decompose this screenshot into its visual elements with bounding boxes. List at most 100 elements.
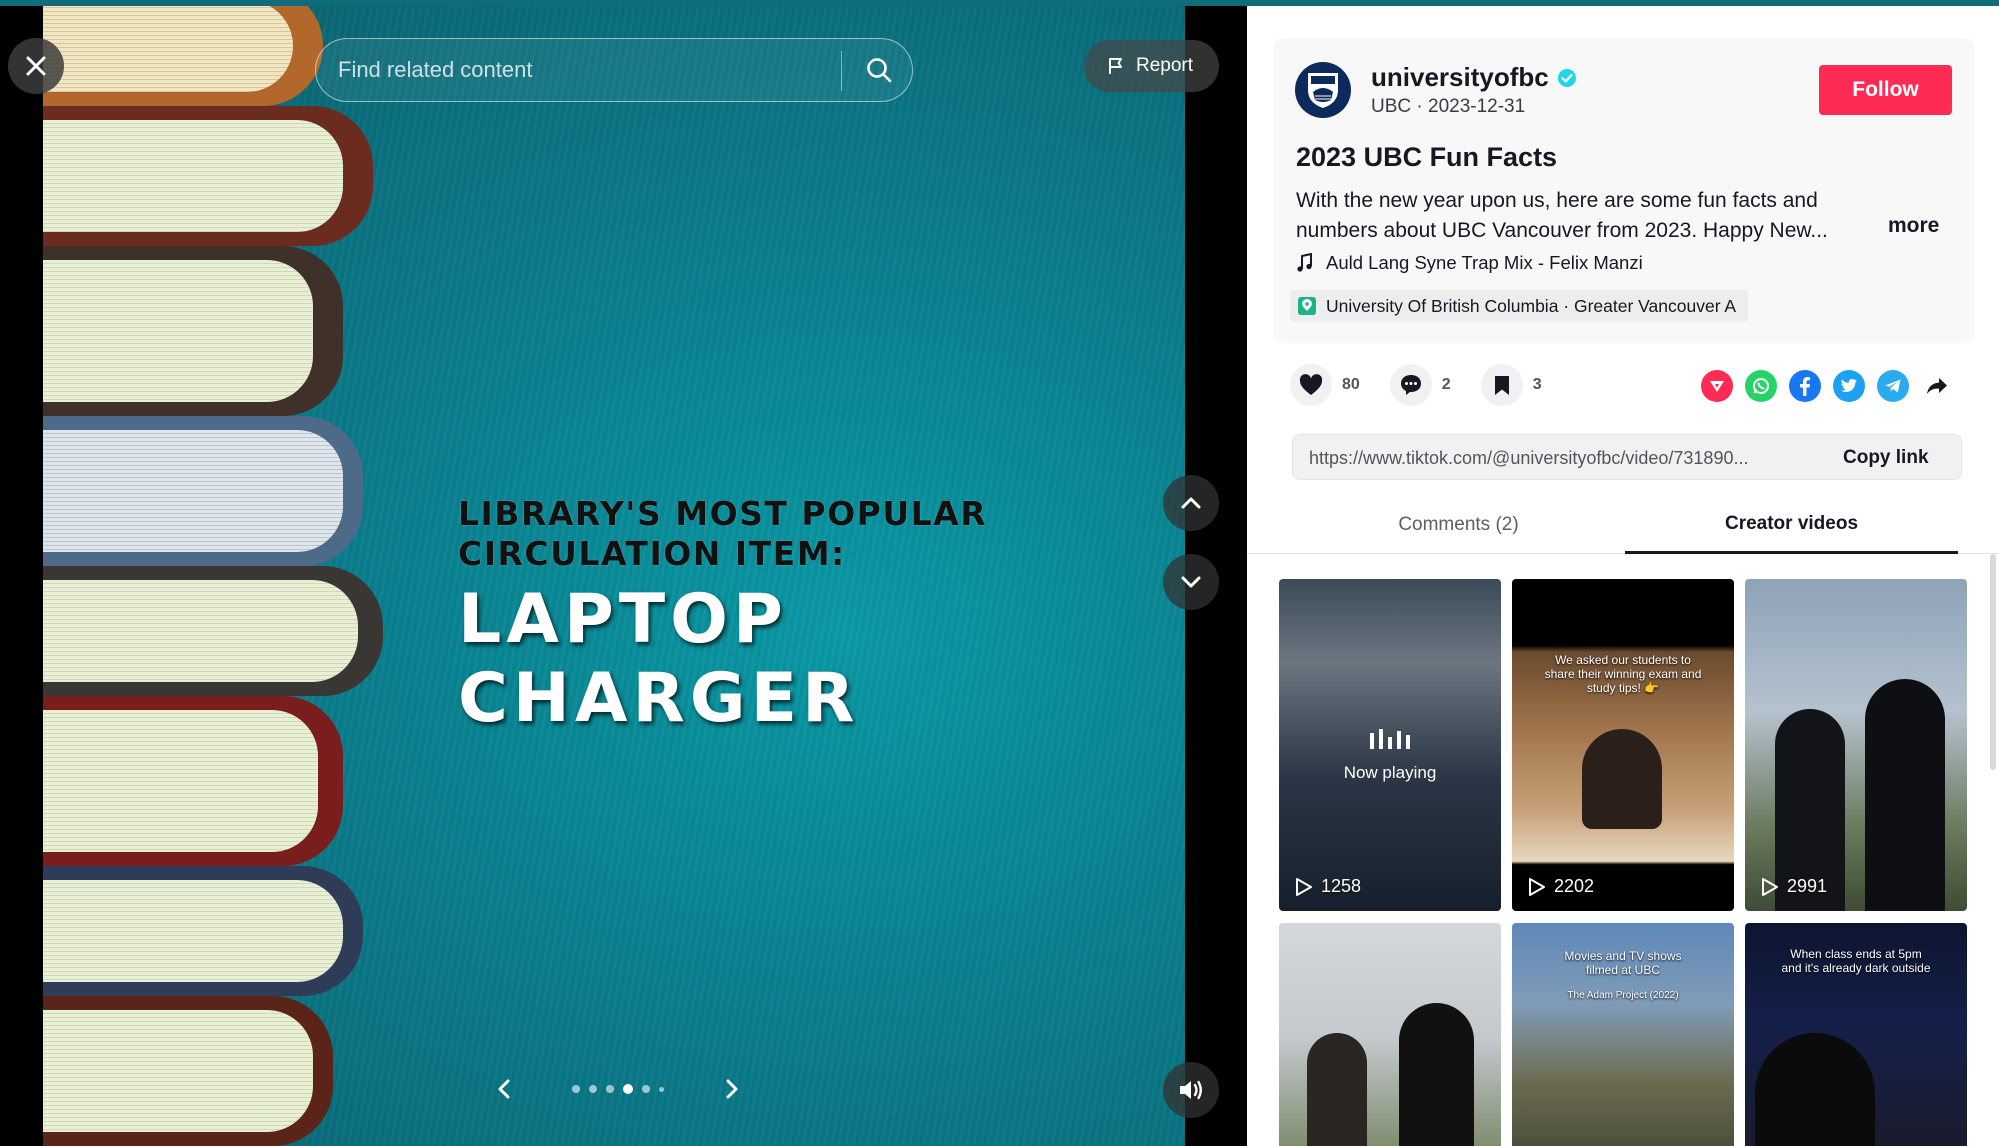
slide-caption: LIBRARY'S MOST POPULAR CIRCULATION ITEM:… (458, 494, 1185, 738)
video-link[interactable]: https://www.tiktok.com/@universityofbc/v… (1309, 448, 1819, 469)
forward-share-icon[interactable] (1921, 370, 1953, 402)
thumbnail-caption: When class ends at 5pm and it's already … (1781, 947, 1931, 975)
copy-link-button[interactable]: Copy link (1843, 447, 1929, 469)
slide-dot[interactable] (572, 1085, 580, 1093)
location-text[interactable]: University Of British Columbia · Greater… (1326, 296, 1736, 317)
caption-line-1: LIBRARY'S MOST POPULAR (458, 494, 988, 533)
report-button[interactable]: Report (1084, 40, 1219, 92)
thumbnail-subcaption: The Adam Project (2022) (1567, 990, 1679, 1001)
next-slide-button[interactable] (716, 1074, 746, 1104)
view-count: 2991 (1761, 876, 1827, 897)
search-bar (315, 38, 913, 102)
video-thumbnail[interactable]: When class ends at 5pm and it's already … (1745, 923, 1967, 1146)
now-playing-indicator: Now playing (1279, 729, 1501, 783)
whatsapp-icon[interactable] (1745, 370, 1777, 402)
facebook-icon[interactable] (1789, 370, 1821, 402)
comment-button[interactable]: 2 (1389, 364, 1451, 406)
slide-image: LIBRARY'S MOST POPULAR CIRCULATION ITEM:… (43, 6, 1185, 1146)
slide-dot[interactable] (642, 1085, 650, 1093)
previous-slide-button[interactable] (490, 1074, 520, 1104)
engagement-bar: 80 2 3 (1290, 364, 1572, 406)
video-thumbnail[interactable]: 2991 (1745, 579, 1967, 911)
post-info-card: universityofbc UBC · 2023-12-31 Follow 2… (1274, 38, 1974, 343)
chevron-left-icon (498, 1079, 510, 1099)
equalizer-icon (1279, 729, 1501, 749)
follow-button[interactable]: Follow (1819, 65, 1952, 115)
verified-badge-icon (1557, 68, 1576, 87)
video-thumbnail[interactable] (1279, 923, 1501, 1146)
tab-comments[interactable]: Comments (2) (1292, 496, 1625, 554)
graduate-figure (1865, 679, 1945, 911)
student-figure (1582, 729, 1662, 829)
view-count-text: 2991 (1787, 876, 1828, 896)
music-title[interactable]: Auld Lang Syne Trap Mix - Felix Manzi (1326, 252, 1643, 274)
search-input[interactable] (338, 39, 838, 100)
chevron-down-icon (1181, 576, 1201, 588)
avatar[interactable] (1295, 62, 1351, 118)
search-button[interactable] (856, 47, 902, 93)
music-link[interactable]: Auld Lang Syne Trap Mix - Felix Manzi (1296, 252, 1643, 274)
play-icon (1529, 877, 1545, 896)
video-thumbnail[interactable]: Movies and TV shows filmed at UBC The Ad… (1512, 923, 1734, 1146)
scrollbar[interactable] (1990, 554, 1996, 770)
comment-count: 2 (1441, 376, 1451, 393)
chevron-right-icon (726, 1079, 738, 1099)
view-count: 1258 (1295, 876, 1361, 897)
view-count-text: 1258 (1321, 876, 1362, 896)
slide-carousel (490, 1074, 746, 1104)
twitter-icon[interactable] (1833, 370, 1865, 402)
panel-tabs: Comments (2) Creator videos (1247, 496, 1999, 554)
ubc-crest-icon (1308, 73, 1338, 108)
chevron-up-icon (1181, 497, 1201, 509)
video-thumbnail[interactable]: We asked our students to share their win… (1512, 579, 1734, 911)
bookmark-icon (1494, 376, 1509, 395)
thumbnail-caption: We asked our students to share their win… (1544, 653, 1702, 695)
search-divider (841, 51, 842, 91)
copy-link-field: https://www.tiktok.com/@universityofbc/v… (1292, 434, 1962, 480)
save-button[interactable]: 3 (1480, 364, 1542, 406)
report-label: Report (1136, 55, 1194, 76)
slide-dot[interactable] (589, 1085, 597, 1093)
post-meta: UBC · 2023-12-31 (1371, 96, 1526, 117)
speaker-icon (1180, 1080, 1202, 1100)
view-count: 2202 (1528, 876, 1594, 897)
slide-dot[interactable] (606, 1085, 614, 1093)
book-stack-image (43, 6, 463, 1146)
person-figure (1307, 1033, 1367, 1146)
video-player[interactable]: LIBRARY'S MOST POPULAR CIRCULATION ITEM:… (0, 6, 1247, 1146)
details-panel: universityofbc UBC · 2023-12-31 Follow 2… (1247, 6, 1999, 1146)
play-icon (1762, 877, 1778, 896)
volume-button[interactable] (1163, 1062, 1219, 1118)
save-count: 3 (1532, 376, 1542, 393)
more-link[interactable]: more (1888, 214, 1939, 238)
share-icons (1701, 370, 1953, 402)
next-video-button[interactable] (1163, 554, 1219, 610)
post-description: With the new year upon us, here are some… (1296, 189, 1828, 242)
flag-icon (1109, 58, 1122, 74)
close-icon (26, 56, 46, 76)
music-note-icon (1297, 253, 1312, 272)
video-thumbnail[interactable]: Now playing 1258 (1279, 579, 1501, 911)
username[interactable]: universityofbc (1371, 62, 1577, 93)
like-count: 80 (1342, 376, 1360, 393)
telegram-icon[interactable] (1877, 370, 1909, 402)
dog-figure (1755, 1033, 1875, 1146)
search-icon (867, 58, 892, 83)
now-playing-label: Now playing (1343, 763, 1437, 782)
like-button[interactable]: 80 (1290, 364, 1360, 406)
username-text[interactable]: universityofbc (1371, 62, 1549, 93)
location-pin-icon (1298, 297, 1316, 315)
heart-icon (1299, 374, 1323, 395)
slide-dot-active[interactable] (623, 1084, 633, 1094)
graduate-figure (1399, 1003, 1474, 1146)
caption-headline: LAPTOP CHARGER (458, 580, 860, 738)
previous-video-button[interactable] (1163, 475, 1219, 531)
location-tag[interactable]: University Of British Columbia · Greater… (1290, 290, 1749, 322)
close-button[interactable] (8, 38, 64, 94)
slide-dot[interactable] (659, 1086, 664, 1092)
tiktok-share-icon[interactable] (1701, 370, 1733, 402)
post-title: 2023 UBC Fun Facts (1296, 142, 1558, 172)
slide-indicator (572, 1084, 664, 1094)
play-icon (1296, 877, 1312, 896)
tab-creator-videos[interactable]: Creator videos (1625, 496, 1958, 554)
